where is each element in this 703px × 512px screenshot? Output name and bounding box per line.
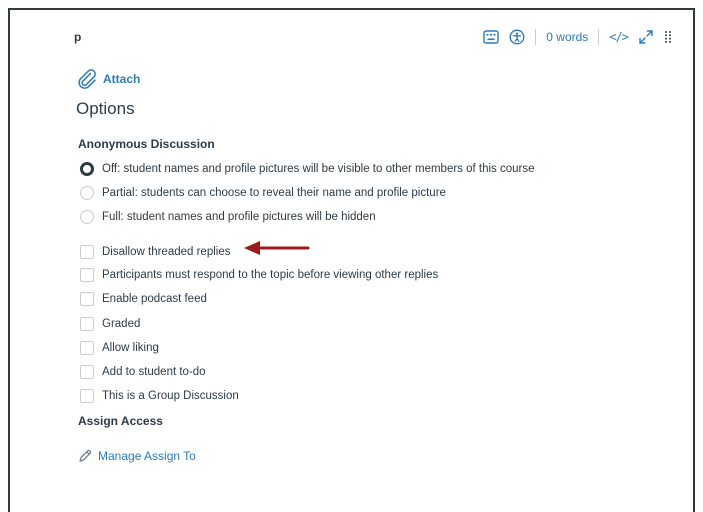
- radio-label: Full: student names and profile pictures…: [102, 211, 376, 223]
- checkbox-graded[interactable]: Graded: [80, 315, 140, 333]
- keyboard-shortcuts-button[interactable]: [483, 30, 499, 44]
- radio-anonymous-off[interactable]: Off: student names and profile pictures …: [80, 160, 535, 178]
- checkbox-label: Participants must respond to the topic b…: [102, 269, 439, 281]
- manage-assign-to-link[interactable]: Manage Assign To: [78, 449, 196, 463]
- checkbox-allow-liking[interactable]: Allow liking: [80, 339, 159, 357]
- keyboard-icon: [483, 30, 499, 44]
- radio-label: Partial: students can choose to reveal t…: [102, 187, 446, 199]
- assign-access-heading: Assign Access: [78, 414, 163, 428]
- checkbox[interactable]: [80, 341, 94, 355]
- expand-icon: [639, 30, 653, 44]
- pencil-icon: [79, 449, 92, 462]
- accessibility-icon: [509, 29, 525, 45]
- radio-anonymous-partial[interactable]: Partial: students can choose to reveal t…: [80, 184, 446, 202]
- checkbox-label: Add to student to-do: [102, 366, 206, 378]
- checkbox-label: Disallow threaded replies: [102, 246, 231, 258]
- checkbox[interactable]: [80, 245, 94, 259]
- checkbox-student-todo[interactable]: Add to student to-do: [80, 363, 206, 381]
- attach-label: Attach: [103, 72, 141, 86]
- options-heading: Options: [76, 99, 135, 118]
- word-count[interactable]: 0 words: [546, 30, 588, 44]
- statusbar-tools: 0 words </>: [473, 26, 672, 48]
- checkbox[interactable]: [80, 365, 94, 379]
- html-editor-toggle[interactable]: </>: [609, 30, 629, 44]
- paperclip-icon: [78, 69, 96, 89]
- manage-assign-to-label: Manage Assign To: [98, 449, 196, 463]
- checkbox-group-discussion[interactable]: This is a Group Discussion: [80, 387, 239, 405]
- checkbox-disallow-threaded-replies[interactable]: Disallow threaded replies: [80, 243, 230, 261]
- radio-button[interactable]: [80, 186, 94, 200]
- resize-handle[interactable]: [664, 30, 672, 44]
- checkbox-label: Graded: [102, 318, 141, 330]
- radio-button[interactable]: [80, 210, 94, 224]
- checkbox-label: This is a Group Discussion: [102, 390, 239, 402]
- radio-anonymous-full[interactable]: Full: student names and profile pictures…: [80, 208, 376, 226]
- element-path[interactable]: p: [74, 30, 81, 44]
- drag-handle-icon: [665, 31, 671, 43]
- checkbox[interactable]: [80, 317, 94, 331]
- accessibility-checker-button[interactable]: [509, 29, 525, 45]
- radio-button[interactable]: [80, 162, 94, 176]
- checkbox[interactable]: [80, 389, 94, 403]
- fullscreen-button[interactable]: [638, 29, 654, 45]
- checkbox-label: Allow liking: [102, 342, 159, 354]
- checkbox[interactable]: [80, 292, 94, 306]
- attach-button[interactable]: Attach: [76, 68, 140, 90]
- arrow-left-icon: [244, 241, 310, 255]
- divider: [535, 29, 537, 45]
- divider: [598, 29, 600, 45]
- anonymous-discussion-heading: Anonymous Discussion: [78, 137, 215, 151]
- checkbox-podcast-feed[interactable]: Enable podcast feed: [80, 290, 207, 308]
- editor-statusbar: p 0 words </>: [60, 26, 680, 48]
- radio-label: Off: student names and profile pictures …: [102, 163, 535, 175]
- checkbox-must-respond-first[interactable]: Participants must respond to the topic b…: [80, 266, 438, 284]
- checkbox[interactable]: [80, 268, 94, 282]
- checkbox-label: Enable podcast feed: [102, 293, 207, 305]
